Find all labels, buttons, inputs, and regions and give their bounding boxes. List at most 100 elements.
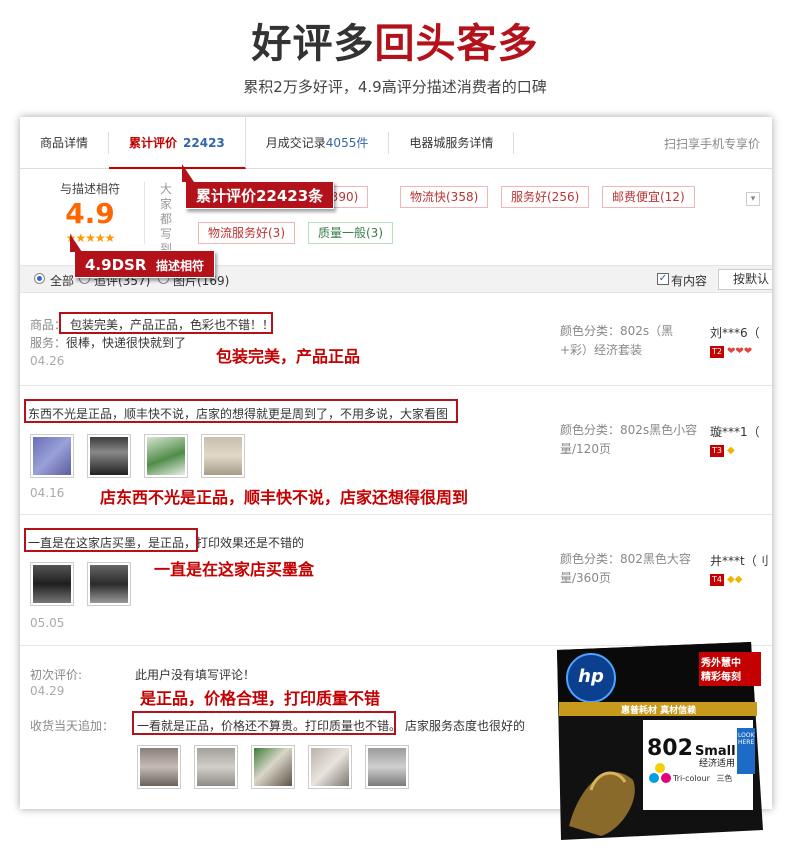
diamond-icon: ◆ <box>727 445 735 456</box>
promo-subtitle: 累积2万多好评，4.9高评分描述消费者的口碑 <box>243 78 547 96</box>
level-badge: T3 <box>710 444 724 457</box>
review-date: 04.26 <box>30 354 65 368</box>
score-block: 与描述相符 4.9 ★★★★★ <box>42 180 138 245</box>
review-text: 此用户没有填写评论！ <box>135 668 256 682</box>
product-banner-line2: 精彩每刻 <box>701 672 741 683</box>
hp-logo: hp <box>578 666 604 687</box>
promo-header: 好评多回头客多 累积2万多好评，4.9高评分描述消费者的口碑 <box>0 18 790 97</box>
tab-service[interactable]: 电器城服务详情 <box>389 131 515 154</box>
callout-text: 4.9DSR <box>85 256 147 274</box>
tab-label: 月成交记录 <box>265 135 326 150</box>
review-item: 一直是在这家店买墨，是正品，打印效果还是不错的 05.05 一直是在这家店买墨盒… <box>20 516 772 646</box>
annotation-note: 包装完美，产品正品 <box>216 347 361 366</box>
tab-transactions[interactable]: 月成交记录4055件 <box>246 131 390 154</box>
tab-bar: 商品详情 累计评价 22423 月成交记录4055件 电器城服务详情 扫扫享手机专… <box>20 117 772 169</box>
review-photo[interactable] <box>201 434 245 478</box>
tab-label: 商品详情 <box>40 135 89 150</box>
chevron-down-icon[interactable]: ▾ <box>746 192 760 206</box>
review-photo[interactable] <box>30 562 74 606</box>
annotation-note: 是正品，价格合理，打印质量不错 <box>140 689 381 708</box>
impression-tag[interactable]: 物流快(358) <box>400 186 489 208</box>
tags-heading: 大家都写到 <box>160 182 173 256</box>
review-date: 04.29 <box>30 684 65 698</box>
impression-tag[interactable]: 质量一般(3) <box>308 222 393 244</box>
star-icon: ★★★★★ <box>65 231 116 245</box>
product-tricolour: Tri-colour 三色 <box>673 773 732 784</box>
review-sku: 颜色分类：802s黑色小容量/120页 <box>560 423 698 456</box>
score-label: 与描述相符 <box>59 182 120 196</box>
field-label: 初次评价: <box>30 668 83 682</box>
review-text: 很棒，快递很快就到了 <box>66 336 187 350</box>
review-photo[interactable] <box>194 745 238 789</box>
tab-reviews[interactable]: 累计评价 22423 <box>109 117 246 169</box>
score-value: 4.9 <box>65 197 115 230</box>
callout-pointer <box>70 234 82 252</box>
field-label: 服务： <box>30 336 67 350</box>
level-badge: T4 <box>710 573 724 586</box>
user-badges: T3 ◆ <box>710 443 735 457</box>
has-content-label: 有内容 <box>671 274 708 288</box>
product-model-sub: 经济适用 <box>699 759 736 769</box>
impression-tag[interactable]: 物流服务好(3) <box>198 222 295 244</box>
title-part-1: 好评多 <box>251 21 375 67</box>
sort-button[interactable]: 按默认 <box>718 269 772 290</box>
filter-all-radio[interactable] <box>34 273 45 284</box>
review-sku: 颜色分类：802s（黑+彩）经济套装 <box>560 324 674 357</box>
level-badge: T2 <box>710 345 724 358</box>
review-text-part: 店家服务态度也很好的 <box>405 719 526 733</box>
highlight-box <box>24 399 458 423</box>
tricolour-label: Tri-colour <box>673 774 710 783</box>
model-number: 802 <box>647 736 693 761</box>
review-date: 04.16 <box>30 486 65 500</box>
product-box-image: hp 秀外慧中 精彩每刻 惠普耗材 真材信赖 802 Small 经济适用 Tri… <box>551 640 765 842</box>
review-count-callout: 累计评价22423条 <box>185 181 335 209</box>
user-name: 璇***1（ <box>710 425 760 439</box>
review-text-part: 打印效果还是不错的 <box>196 536 305 550</box>
highlight-box <box>59 312 273 334</box>
user-badges: T4 ◆◆ <box>710 572 742 586</box>
title-part-2: 回头客多 <box>374 21 539 67</box>
review-photo[interactable] <box>87 434 131 478</box>
annotation-note: 店东西不光是正品，顺丰快不说，店家还想得很周到 <box>100 488 469 507</box>
has-content-checkbox[interactable]: ✓ <box>657 273 669 285</box>
review-photo[interactable] <box>137 745 181 789</box>
review-count: 22423 <box>183 135 225 150</box>
review-photo[interactable] <box>87 562 131 606</box>
promo-title: 好评多回头客多 <box>0 18 790 70</box>
append-review-label: 收货当天追加： <box>30 717 114 734</box>
first-review-label: 初次评价: <box>30 666 82 683</box>
user-name: 井***t（刂 <box>710 554 769 568</box>
review-service-line: 服务：很棒，快递很快就到了 <box>30 334 186 351</box>
tricolour-cn-label: 三色 <box>716 774 733 783</box>
diamond-icon: ◆◆ <box>727 574 743 585</box>
product-banner-line1: 秀外慧中 <box>701 658 741 669</box>
review-user[interactable]: 璇***1（ <box>710 423 760 440</box>
filter-all-label: 全部 <box>50 274 75 288</box>
review-photo[interactable] <box>144 434 188 478</box>
highlight-box <box>132 711 396 735</box>
review-item: 商品： 包装完美，产品正品，色彩也不错！！ 服务：很棒，快递很快就到了 04.26… <box>20 294 772 386</box>
look-here-label: LOOK HERE <box>738 732 755 746</box>
tab-product-detail[interactable]: 商品详情 <box>20 131 110 154</box>
highlight-box <box>24 528 198 552</box>
divider <box>144 182 145 244</box>
review-user[interactable]: 刘***6（ <box>710 324 760 341</box>
impression-tag[interactable]: 邮费便宜(12) <box>602 186 695 208</box>
review-photo[interactable] <box>365 745 409 789</box>
review-photo[interactable] <box>308 745 352 789</box>
callout-text: 累计评价22423条 <box>196 187 324 205</box>
impression-tag[interactable]: 服务好(256) <box>501 186 590 208</box>
heart-icon: ❤❤❤ <box>727 346 753 357</box>
review-photo[interactable] <box>251 745 295 789</box>
review-user[interactable]: 井***t（刂 <box>710 552 769 569</box>
field-label: 收货当天追加： <box>30 719 115 733</box>
mobile-price-link[interactable]: 扫扫享手机专享价 <box>664 135 760 152</box>
dsr-callout: 4.9DSR 描述相符 <box>74 250 215 278</box>
transaction-count: 4055件 <box>325 135 369 150</box>
review-photo[interactable] <box>30 434 74 478</box>
review-date: 05.05 <box>30 616 65 630</box>
product-strip: 惠普耗材 真材信赖 <box>621 706 697 716</box>
review-sku: 颜色分类：802黑色大容量/360页 <box>560 552 691 585</box>
user-badges: T2 ❤❤❤ <box>710 344 752 358</box>
callout-pointer <box>182 164 194 182</box>
